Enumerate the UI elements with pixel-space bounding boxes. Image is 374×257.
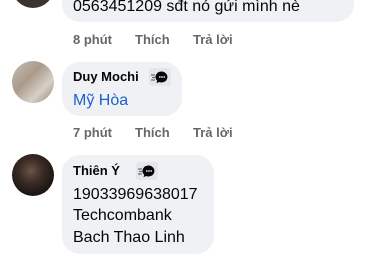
comment-time[interactable]: 8 phút xyxy=(73,32,112,47)
reply-button[interactable]: Trả lời xyxy=(193,32,233,47)
comment-text: 0563451209 sđt nó gửi mình nè xyxy=(73,0,300,15)
commenter-avatar[interactable] xyxy=(12,61,54,103)
messenger-chat-icon xyxy=(149,68,171,86)
comment-text-line: 19033969638017 xyxy=(73,186,198,203)
comment-text-line: Techcombank xyxy=(73,207,172,224)
reply-button[interactable]: Trả lời xyxy=(193,125,233,140)
like-button[interactable]: Thích xyxy=(135,32,170,47)
comment-text-line: Bach Thao Linh xyxy=(73,229,185,246)
comment-text-link[interactable]: Mỹ Hòa xyxy=(73,91,128,111)
commenter-name[interactable]: Duy Mochi xyxy=(73,69,139,84)
like-button[interactable]: Thích xyxy=(135,125,170,140)
comment-time[interactable]: 7 phút xyxy=(73,125,112,140)
commenter-name[interactable]: Thiên Ý xyxy=(73,163,120,178)
messenger-chat-icon xyxy=(136,162,158,180)
commenter-avatar[interactable] xyxy=(12,154,54,196)
commenter-avatar[interactable] xyxy=(12,0,54,8)
